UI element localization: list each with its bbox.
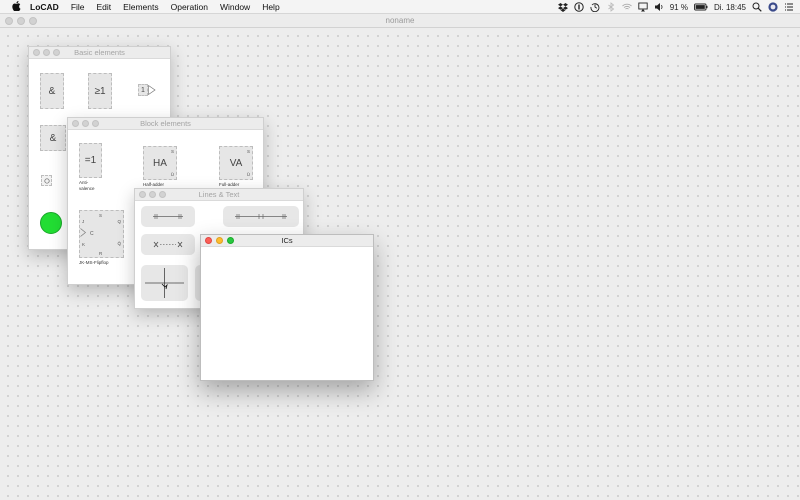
palette-titlebar[interactable]: Lines & Text bbox=[135, 189, 303, 201]
palette-title: Lines & Text bbox=[198, 190, 240, 199]
line-tool-long[interactable] bbox=[223, 206, 299, 227]
jk-flipflop-block[interactable]: J K C S R Q Q̄ bbox=[79, 210, 124, 258]
flipflop-pin-r: R bbox=[99, 251, 103, 256]
flipflop-pin-k: K bbox=[82, 242, 86, 247]
half-adder-label: HA bbox=[153, 157, 167, 169]
half-adder-pin-s: S bbox=[170, 149, 174, 154]
user-icon[interactable] bbox=[768, 2, 778, 12]
line-tool-short[interactable] bbox=[141, 206, 195, 227]
full-adder-label: VA bbox=[229, 157, 243, 169]
bluetooth-icon[interactable] bbox=[606, 2, 616, 12]
half-adder-caption: Half-adder bbox=[143, 182, 165, 187]
ics-palette: ICs bbox=[200, 234, 374, 381]
buffer-gate[interactable]: 1 bbox=[138, 84, 148, 96]
xor-gate[interactable]: =1 bbox=[79, 143, 102, 178]
menu-elements[interactable]: Elements bbox=[117, 0, 164, 14]
flipflop-pin-q: Q bbox=[117, 219, 121, 224]
led-indicator[interactable] bbox=[40, 212, 62, 234]
flipflop-pin-c: C bbox=[90, 231, 94, 237]
xor-gate-label: =1 bbox=[84, 155, 97, 166]
palette-titlebar[interactable]: Block elements bbox=[68, 118, 263, 130]
and-gate-2-label: & bbox=[49, 132, 57, 144]
crossing-tool[interactable] bbox=[141, 265, 188, 301]
or-gate-label: ≥1 bbox=[94, 85, 106, 97]
list-icon[interactable] bbox=[784, 2, 794, 12]
clock[interactable]: Di. 18:45 bbox=[714, 3, 746, 12]
palette-titlebar[interactable]: Basic elements bbox=[29, 47, 170, 59]
line-multi-segment-icon bbox=[235, 214, 287, 219]
menu-operation[interactable]: Operation bbox=[165, 0, 214, 14]
palette-title: Block elements bbox=[140, 119, 191, 128]
menu-file[interactable]: File bbox=[65, 0, 91, 14]
document-title: noname bbox=[385, 16, 415, 25]
airplay-icon[interactable] bbox=[638, 2, 648, 12]
battery-icon[interactable] bbox=[694, 2, 708, 12]
flipflop-pin-qbar: Q̄ bbox=[117, 241, 121, 246]
wifi-icon[interactable] bbox=[621, 2, 632, 12]
flipflop-pin-s: S bbox=[99, 213, 103, 218]
full-adder-block[interactable]: VA S Ü bbox=[219, 146, 253, 180]
buffer-gate-label: 1 bbox=[141, 86, 145, 94]
half-adder-pin-u: Ü bbox=[170, 172, 174, 177]
clock-input-icon bbox=[80, 228, 86, 237]
palette-body bbox=[201, 247, 373, 380]
line-segment-icon bbox=[153, 214, 183, 219]
menu-help[interactable]: Help bbox=[256, 0, 285, 14]
menu-bar: LoCAD File Edit Elements Operation Windo… bbox=[0, 0, 800, 14]
and-gate-label: & bbox=[48, 85, 56, 97]
half-adder-block[interactable]: HA S Ü bbox=[143, 146, 177, 180]
full-adder-pin-u: Ü bbox=[246, 172, 250, 177]
palette-title: Basic elements bbox=[74, 48, 125, 57]
full-adder-caption: Full-adder bbox=[219, 182, 240, 187]
apple-icon[interactable] bbox=[10, 0, 22, 13]
input-circle-icon bbox=[43, 177, 50, 184]
time-machine-icon[interactable] bbox=[590, 2, 600, 12]
full-adder-pin-s: S bbox=[246, 149, 250, 154]
and-gate-2[interactable]: & bbox=[40, 125, 66, 151]
or-gate[interactable]: ≥1 bbox=[88, 73, 112, 109]
menu-window[interactable]: Window bbox=[214, 0, 256, 14]
dashed-line-tool[interactable] bbox=[141, 234, 195, 255]
wire-crossing-icon bbox=[145, 268, 184, 298]
battery-percent: 91 % bbox=[669, 2, 688, 12]
flipflop-caption: JK-MS-Flipflop bbox=[79, 260, 109, 265]
search-icon[interactable] bbox=[752, 2, 762, 12]
document-titlebar: noname bbox=[0, 14, 800, 28]
volume-icon[interactable] bbox=[654, 2, 664, 12]
dropbox-icon[interactable] bbox=[557, 2, 568, 12]
xor-caption: Anti- valence bbox=[79, 180, 95, 191]
flipflop-pin-j: J bbox=[82, 219, 85, 224]
menu-edit[interactable]: Edit bbox=[91, 0, 118, 14]
dashed-line-icon bbox=[153, 241, 183, 248]
menu-app-name[interactable]: LoCAD bbox=[22, 0, 65, 14]
buffer-triangle-icon bbox=[148, 85, 156, 95]
sync-icon[interactable] bbox=[574, 2, 584, 12]
input-pin[interactable] bbox=[41, 175, 52, 186]
and-gate[interactable]: & bbox=[40, 73, 64, 109]
status-area: 91 % Di. 18:45 bbox=[557, 0, 794, 14]
palette-titlebar[interactable]: ICs bbox=[201, 235, 373, 247]
palette-title: ICs bbox=[281, 236, 293, 245]
